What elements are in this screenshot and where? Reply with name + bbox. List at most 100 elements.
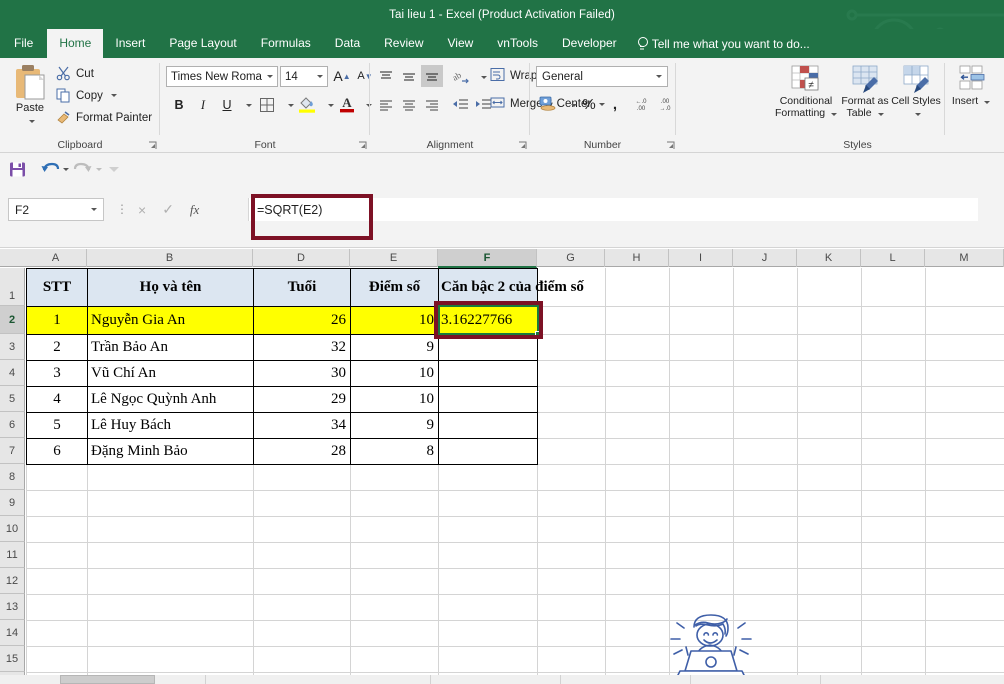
row-header-15[interactable]: 15	[0, 646, 25, 672]
row-header-13[interactable]: 13	[0, 594, 25, 620]
cell-D3[interactable]: 32	[254, 335, 346, 360]
row-header-14[interactable]: 14	[0, 620, 25, 646]
cell-E7[interactable]: 8	[351, 439, 435, 464]
cell-D6[interactable]: 34	[254, 413, 346, 438]
row-header-2[interactable]: 2	[0, 306, 25, 334]
cell-B3[interactable]: Trần Bảo An	[91, 335, 253, 360]
row-header-12[interactable]: 12	[0, 568, 25, 594]
col-header-J[interactable]: J	[733, 249, 797, 267]
cut-button[interactable]: Cut	[56, 66, 94, 81]
tab-data[interactable]: Data	[323, 29, 372, 58]
accounting-format-button[interactable]	[536, 93, 560, 115]
name-box-caret[interactable]	[91, 208, 97, 211]
cell-E2[interactable]: 10	[351, 307, 434, 334]
bold-button[interactable]: B	[168, 94, 190, 116]
align-middle-button[interactable]	[398, 66, 420, 88]
cell-A4[interactable]: 3	[27, 361, 87, 386]
row-header-5[interactable]: 5	[0, 386, 25, 412]
orientation-button[interactable]: ab	[450, 66, 472, 88]
row-header-7[interactable]: 7	[0, 438, 25, 464]
paste-dropdown-caret[interactable]	[28, 120, 35, 123]
format-as-table-caret[interactable]	[877, 112, 884, 116]
redo-button[interactable]	[73, 158, 102, 180]
font-color-button[interactable]: A	[336, 92, 358, 114]
fill-color-button[interactable]	[296, 92, 318, 114]
font-name-caret[interactable]	[267, 75, 273, 78]
decrease-decimal-button[interactable]: .00 →.0	[654, 93, 676, 115]
align-bottom-button[interactable]	[421, 65, 443, 87]
row-header-9[interactable]: 9	[0, 490, 25, 516]
save-button[interactable]	[8, 158, 27, 180]
cell-A2[interactable]: 1	[27, 307, 87, 334]
copy-button[interactable]: Copy	[56, 88, 117, 103]
format-as-table-button[interactable]: Format as Table	[836, 64, 894, 119]
insert-cells-button[interactable]: Insert	[947, 64, 995, 108]
font-size-input[interactable]: 14	[280, 66, 328, 87]
col-header-F[interactable]: F	[438, 249, 537, 268]
cell-A6[interactable]: 5	[27, 413, 87, 438]
customize-quick-access-button[interactable]	[106, 158, 119, 180]
number-format-select[interactable]: General	[536, 66, 668, 87]
horizontal-scrollbar[interactable]	[0, 675, 1004, 684]
undo-button[interactable]	[40, 158, 69, 180]
borders-button[interactable]	[256, 94, 278, 116]
align-top-button[interactable]	[375, 66, 397, 88]
cell-B6[interactable]: Lê Huy Bách	[91, 413, 253, 438]
undo-dropdown-caret[interactable]	[63, 167, 69, 171]
format-painter-button[interactable]: Format Painter	[56, 110, 152, 125]
cell-A3[interactable]: 2	[27, 335, 87, 360]
row-header-1[interactable]: 1	[0, 268, 25, 306]
tab-developer[interactable]: Developer	[550, 29, 629, 58]
col-header-I[interactable]: I	[669, 249, 733, 267]
col-header-D[interactable]: D	[253, 249, 350, 267]
tab-vntools[interactable]: vnTools	[485, 29, 550, 58]
font-name-input[interactable]: Times New Roma	[166, 66, 278, 87]
cell-B7[interactable]: Đặng Minh Bảo	[91, 439, 253, 464]
cell-B5[interactable]: Lê Ngọc Quỳnh Anh	[91, 387, 253, 412]
paste-button[interactable]: Paste	[8, 64, 52, 126]
increase-decimal-button[interactable]: ←.0.00	[630, 93, 652, 115]
cell-E5[interactable]: 10	[351, 387, 434, 412]
italic-button[interactable]: I	[192, 94, 214, 116]
redo-dropdown-caret[interactable]	[96, 167, 102, 171]
number-dialog-launcher[interactable]	[666, 141, 675, 150]
name-box[interactable]: F2	[8, 198, 104, 221]
font-dialog-launcher[interactable]	[358, 141, 367, 150]
col-header-M[interactable]: M	[925, 249, 1004, 267]
cell-E1[interactable]: Điểm số	[351, 269, 438, 306]
col-header-K[interactable]: K	[797, 249, 861, 267]
cell-B1[interactable]: Họ và tên	[88, 269, 253, 306]
cell-B4[interactable]: Vũ Chí An	[91, 361, 253, 386]
tab-insert[interactable]: Insert	[103, 29, 157, 58]
row-header-11[interactable]: 11	[0, 542, 25, 568]
tab-file[interactable]: File	[0, 29, 47, 58]
cell-D1[interactable]: Tuổi	[254, 269, 350, 306]
alignment-dialog-launcher[interactable]	[518, 141, 527, 150]
cell-E3[interactable]: 9	[351, 335, 435, 360]
col-header-B[interactable]: B	[87, 249, 253, 267]
row-header-6[interactable]: 6	[0, 412, 25, 438]
row-header-8[interactable]: 8	[0, 464, 25, 490]
underline-dropdown-caret[interactable]	[236, 94, 258, 116]
font-size-caret[interactable]	[317, 75, 323, 78]
increase-font-size-button[interactable]: A ▲	[331, 65, 353, 87]
spreadsheet-grid[interactable]: A B D E F G H I J K L M 1 2 3 4 5 6 7 8 …	[0, 249, 1004, 675]
row-header-10[interactable]: 10	[0, 516, 25, 542]
underline-button[interactable]: U	[216, 94, 238, 116]
row-header-4[interactable]: 4	[0, 360, 25, 386]
tab-view[interactable]: View	[436, 29, 486, 58]
cell-B2[interactable]: Nguyễn Gia An	[91, 307, 253, 334]
cell-A5[interactable]: 4	[27, 387, 87, 412]
col-header-G[interactable]: G	[537, 249, 605, 267]
col-header-E[interactable]: E	[350, 249, 438, 267]
cell-E6[interactable]: 9	[351, 413, 435, 438]
insert-cells-caret[interactable]	[984, 101, 991, 104]
tab-formulas[interactable]: Formulas	[249, 29, 323, 58]
cell-A1[interactable]: STT	[27, 269, 87, 306]
tab-review[interactable]: Review	[372, 29, 435, 58]
cell-D4[interactable]: 30	[254, 361, 346, 386]
conditional-formatting-button[interactable]: ≠ Conditional Formatting	[772, 64, 840, 119]
align-right-button[interactable]	[421, 94, 443, 116]
cell-A7[interactable]: 6	[27, 439, 87, 464]
col-header-L[interactable]: L	[861, 249, 925, 267]
